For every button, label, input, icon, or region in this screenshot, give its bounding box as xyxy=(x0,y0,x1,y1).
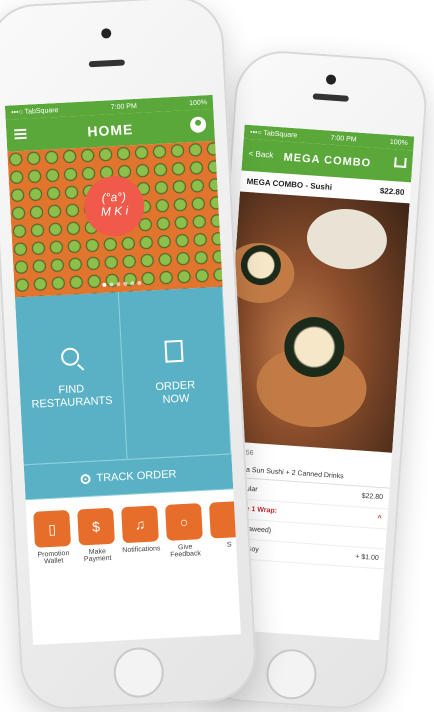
chevron-up-icon: ^ xyxy=(377,514,382,523)
target-icon xyxy=(80,473,91,485)
dollar-icon: $ xyxy=(77,507,115,546)
carrier: •••○ TabSquare xyxy=(249,128,298,139)
shortcut-bar: ▯ Promotion Wallet $ Make Payment ♫ Noti… xyxy=(25,489,241,567)
food-photo xyxy=(222,191,410,453)
shortcut-label: Make Payment xyxy=(83,548,112,564)
battery: 100% xyxy=(188,98,208,107)
back-button[interactable]: < Back xyxy=(248,149,273,160)
camera xyxy=(100,28,112,39)
tile-label: ORDER xyxy=(155,378,196,393)
shortcut-promotion-wallet[interactable]: ▯ Promotion Wallet xyxy=(32,509,73,566)
front-phone: •••○ TabSquare 7:00 PM 100% HOME (°a°) M… xyxy=(0,0,259,712)
user-icon[interactable] xyxy=(189,116,207,134)
restaurant-logo: (°a°) M K i xyxy=(82,174,146,238)
tile-label: RESTAURANTS xyxy=(31,394,113,411)
find-restaurants-tile[interactable]: FIND RESTAURANTS xyxy=(14,292,128,466)
time: 7:00 PM xyxy=(110,102,137,111)
order-now-tile[interactable]: ORDER NOW xyxy=(118,286,232,460)
shortcut-label: Notifications xyxy=(122,545,161,555)
shortcut-make-payment[interactable]: $ Make Payment xyxy=(76,507,117,564)
home-button[interactable] xyxy=(112,646,166,699)
speaker xyxy=(88,59,125,68)
item-price: $22.80 xyxy=(379,186,405,197)
item-name: MEGA COMBO - Sushi xyxy=(246,176,333,192)
menu-icon[interactable] xyxy=(14,128,27,140)
battery: 100% xyxy=(389,138,409,147)
shortcut-label: Give Feedback xyxy=(170,543,202,559)
shortcut-label: Promotion Wallet xyxy=(37,550,70,566)
option-price: $22.80 xyxy=(361,492,384,502)
nut-bowl xyxy=(304,206,389,272)
time: 7:00 PM xyxy=(330,134,357,143)
action-tiles: FIND RESTAURANTS ORDER NOW xyxy=(14,286,232,466)
page-title: HOME xyxy=(86,121,134,140)
page-title: MEGA COMBO xyxy=(283,151,372,170)
carousel-dots[interactable] xyxy=(102,280,142,287)
shortcut-label: S xyxy=(226,541,232,549)
carrier: •••○ TabSquare xyxy=(11,106,59,116)
promo-banner[interactable]: (°a°) M K i xyxy=(7,140,223,298)
order-form-icon xyxy=(163,339,184,363)
speaker xyxy=(312,93,349,102)
bell-icon: ♫ xyxy=(121,505,159,544)
search-icon xyxy=(60,346,80,366)
camera xyxy=(325,74,337,85)
option-price: + $1.00 xyxy=(354,553,379,563)
front-screen: •••○ TabSquare 7:00 PM 100% HOME (°a°) M… xyxy=(4,94,241,646)
wallet-icon: ▯ xyxy=(33,509,72,548)
tile-label: NOW xyxy=(162,392,190,406)
cart-icon[interactable] xyxy=(394,157,407,169)
shortcut-give-feedback[interactable]: ○ Give Feedback xyxy=(164,503,205,559)
speech-bubble-icon: ○ xyxy=(165,503,203,541)
track-order-label: TRACK ORDER xyxy=(96,468,177,485)
shortcut-more[interactable]: S xyxy=(208,500,241,557)
home-button[interactable] xyxy=(264,647,319,701)
shortcut-notifications[interactable]: ♫ Notifications xyxy=(120,505,161,561)
more-icon xyxy=(208,500,241,539)
